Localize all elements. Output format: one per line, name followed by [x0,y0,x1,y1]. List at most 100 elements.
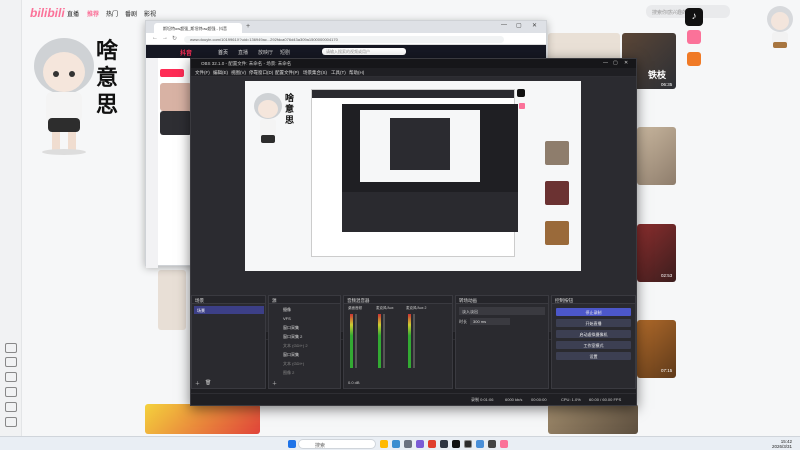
nav-movie[interactable]: 影视 [144,9,156,18]
volume-meter [350,314,353,368]
edge-icon[interactable] [392,440,400,448]
volume-slider[interactable] [355,314,357,368]
app-icon[interactable] [488,440,496,448]
back-icon[interactable]: ← [152,35,158,41]
bilibili-logo[interactable]: bilibili [30,6,65,20]
app-icon[interactable] [476,440,484,448]
explorer-icon[interactable] [380,440,388,448]
settings-button[interactable]: 设置 [556,352,631,360]
app-icon-orange[interactable] [687,52,701,66]
forward-icon[interactable]: → [162,35,168,41]
app-icon[interactable] [404,440,412,448]
taskbar-search[interactable]: 搜索 [298,439,376,449]
close-icon[interactable]: ✕ [624,60,628,66]
app-icon[interactable] [416,440,424,448]
obs-icon[interactable] [464,440,472,448]
tiktok-icon[interactable]: ♪ [685,8,703,26]
video-thumbnail[interactable] [548,404,638,434]
controls-dock-title: 控制按钮 [552,296,635,304]
douyin-nav-theater[interactable]: 放映厅 [258,49,273,56]
minimize-icon[interactable]: — [603,60,608,66]
menu-docks[interactable]: 停靠窗口(D) [249,70,273,76]
menu-profile[interactable]: 配置文件(P) [275,70,299,76]
source-item[interactable]: 图像 2 [271,368,341,376]
source-item[interactable]: 文本 (GDI+) [271,359,341,367]
virtual-camera-button[interactable]: 启动虚拟摄像机 [556,330,631,338]
nested-docks [342,192,518,232]
minimize-icon[interactable]: — [501,22,507,28]
url-field[interactable]: www.douyin.com/1019961X?uid=136949ac...2… [184,36,504,43]
app-icon[interactable] [428,440,436,448]
volume-meter [378,314,381,368]
menu-help[interactable]: 帮助(H) [349,70,364,76]
douyin-nav-home[interactable]: 首页 [218,49,228,56]
browser-tab[interactable]: 斯坦特ow超强_斯坦特ow超强 - 抖音 [154,23,242,33]
source-item[interactable]: 窗口采集 [271,350,341,358]
duration-field[interactable]: 300 ms [470,318,510,325]
video-thumbnail[interactable] [548,33,620,61]
source-item[interactable]: 摄像 [271,305,341,313]
transition-select[interactable]: 淡入淡出 [459,307,545,315]
start-icon[interactable] [288,440,296,448]
douyin-logo[interactable]: 抖音 [180,48,192,57]
reload-icon[interactable]: ↻ [172,35,177,42]
nav-live[interactable]: 直播 [67,9,79,18]
controls-dock: 控制按钮 停止录制 开始直播 启动虚拟摄像机 工作室模式 设置 [551,295,636,389]
volume-slider[interactable] [383,314,385,368]
app-icon-pink[interactable] [687,30,701,44]
douyin-nav-live[interactable]: 直播 [238,49,248,56]
video-duration: 07:15 [661,368,673,373]
douyin-search[interactable]: 请输入搜索的视频或用户 [322,48,406,55]
start-streaming-button[interactable]: 开始直播 [556,319,631,327]
steam-icon[interactable] [440,440,448,448]
nested-preview [390,118,450,170]
game-icon[interactable] [5,357,17,367]
nav-anime[interactable]: 番剧 [125,9,137,18]
upload-icon[interactable] [5,372,17,382]
bilibili-icon[interactable] [500,440,508,448]
studio-mode-button[interactable]: 工作室模式 [556,341,631,349]
nested-header [312,90,514,98]
system-clock[interactable]: 15:42 2026/3/31 [752,439,792,449]
home-icon[interactable] [5,343,17,353]
menu-tools[interactable]: 工具(T) [331,70,346,76]
app-icon[interactable] [452,440,460,448]
douyin-follow-button[interactable] [160,69,184,77]
scene-item[interactable]: 场景 [194,306,264,314]
nav-recommend[interactable]: 推荐 [87,9,99,18]
video-thumbnail[interactable] [145,404,260,434]
bitrate-status: 6000 kb/s [505,397,523,402]
obs-preview[interactable]: 啥意思 [191,77,636,331]
obs-window[interactable]: OBS 32.1.0 - 配置文件: 未命名 - 场景: 未命名 — ▢ ✕ 文… [190,58,637,406]
volume-slider[interactable] [413,314,415,368]
source-item[interactable]: VFS [271,314,341,322]
menu-scene-collection[interactable]: 场景集合(S) [303,70,327,76]
sources-dock-title: 源 [269,296,340,304]
close-icon[interactable]: ✕ [532,22,537,29]
add-scene-icon[interactable]: ＋ [195,380,200,387]
source-item[interactable]: 窗口采集 [271,323,341,331]
video-duration: 02:53 [661,273,673,278]
maximize-icon[interactable]: ▢ [613,60,618,66]
nav-hot[interactable]: 热门 [106,9,118,18]
stop-recording-button[interactable]: 停止录制 [556,308,631,316]
maximize-icon[interactable]: ▢ [516,22,522,29]
history-icon[interactable] [5,402,17,412]
douyin-nav-shortdrama[interactable]: 短剧 [280,49,290,56]
message-icon[interactable] [5,387,17,397]
transitions-dock: 转场动画 淡入淡出 时长 300 ms [455,295,549,389]
video-thumbnail[interactable] [158,270,186,330]
video-thumbnail[interactable] [637,127,676,185]
settings-icon[interactable] [5,417,17,427]
menu-view[interactable]: 视图(V) [231,70,246,76]
menu-edit[interactable]: 编辑(E) [213,70,228,76]
source-item[interactable]: 窗口采集 2 [271,332,341,340]
source-item[interactable]: 文本 (GDI+) 2 [271,341,341,349]
remove-scene-icon[interactable]: 🗑 [205,380,211,386]
fps-status: 60.00 / 60.00 FPS [589,397,622,402]
new-tab-icon[interactable]: + [246,23,250,30]
menu-file[interactable]: 文件(F) [195,70,210,76]
transitions-dock-title: 转场动画 [456,296,548,304]
add-source-icon[interactable]: ＋ [272,380,277,387]
douyin-cover [160,111,192,135]
